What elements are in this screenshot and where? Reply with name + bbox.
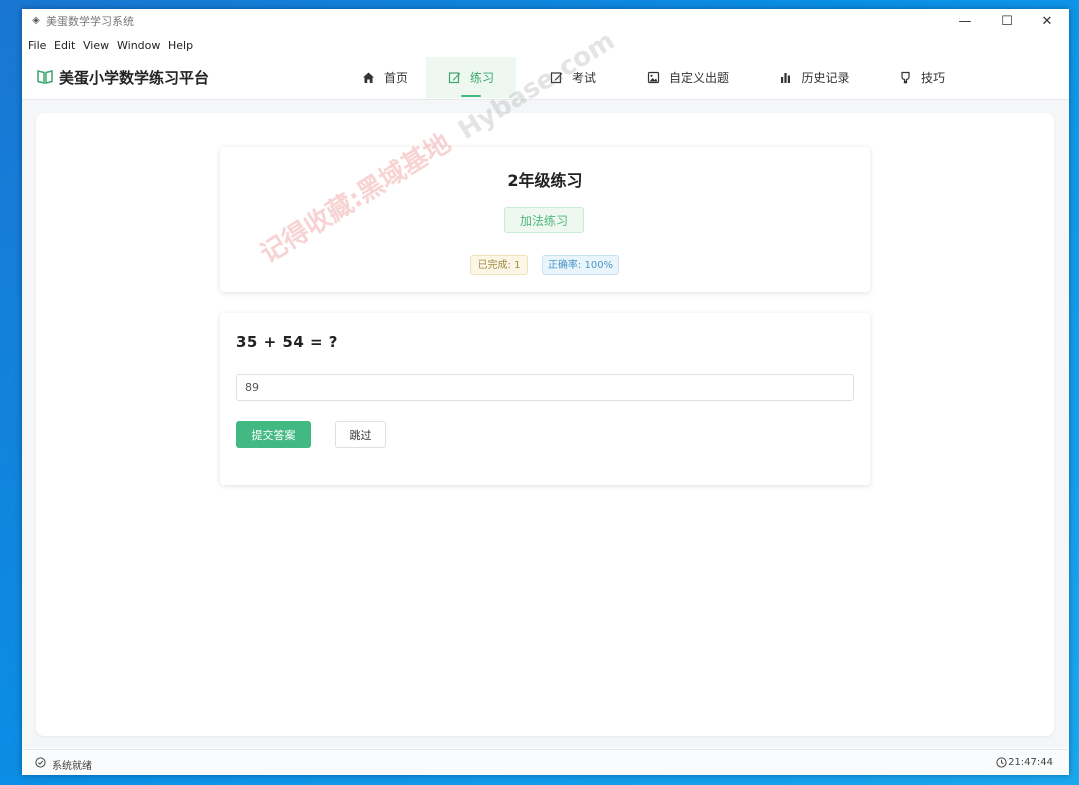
practice-info-card: 2年级练习 加法练习 已完成: 1 正确率: 100% bbox=[220, 147, 870, 292]
status-text: 系统就绪 bbox=[52, 761, 92, 772]
menu-window[interactable]: Window bbox=[117, 39, 160, 52]
window-title: 美蛋数学学习系统 bbox=[46, 15, 134, 28]
completed-count-tag: 已完成: 1 bbox=[470, 255, 528, 275]
app-header: 美蛋小学数学练习平台 首页 练习 考试 自定义出题 历史记录 技巧 bbox=[22, 57, 1069, 100]
menu-edit[interactable]: Edit bbox=[54, 39, 75, 52]
menu-help[interactable]: Help bbox=[168, 39, 193, 52]
exam-icon bbox=[550, 72, 563, 84]
skip-button[interactable]: 跳过 bbox=[335, 421, 386, 448]
tab-tips-label: 技巧 bbox=[920, 71, 945, 85]
app-logo-icon: ◈ bbox=[32, 15, 40, 26]
minimize-button[interactable]: — bbox=[945, 9, 985, 35]
brand-title: 美蛋小学数学练习平台 bbox=[59, 69, 210, 87]
close-button[interactable]: ✕ bbox=[1027, 9, 1067, 35]
status-bar: 系统就绪 21:47:44 bbox=[22, 749, 1069, 775]
tab-exam[interactable]: 考试 bbox=[528, 57, 618, 98]
clock-icon bbox=[996, 757, 1007, 768]
question-card: 35 + 54 = ? 提交答案 跳过 bbox=[220, 313, 870, 485]
tab-exam-label: 考试 bbox=[571, 71, 596, 85]
tab-custom-questions[interactable]: 自定义出题 bbox=[628, 57, 748, 98]
book-icon bbox=[37, 70, 53, 84]
tab-tips[interactable]: 技巧 bbox=[882, 57, 962, 98]
menu-bar: File Edit View Window Help bbox=[22, 37, 1069, 55]
tab-history[interactable]: 历史记录 bbox=[762, 57, 867, 98]
image-icon bbox=[647, 71, 660, 84]
app-window: ◈ 美蛋数学学习系统 — ☐ ✕ File Edit View Window H… bbox=[22, 9, 1069, 775]
title-bar: ◈ 美蛋数学学习系统 — ☐ ✕ bbox=[22, 9, 1069, 35]
submit-answer-button[interactable]: 提交答案 bbox=[236, 421, 311, 448]
maximize-button[interactable]: ☐ bbox=[987, 9, 1027, 35]
answer-input[interactable] bbox=[236, 374, 854, 401]
main-panel: 2年级练习 加法练习 已完成: 1 正确率: 100% 35 + 54 = ? … bbox=[36, 113, 1054, 736]
tab-home[interactable]: 首页 bbox=[340, 57, 430, 98]
practice-type-badge: 加法练习 bbox=[504, 207, 584, 233]
accuracy-tag: 正确率: 100% bbox=[542, 255, 619, 275]
check-circle-icon bbox=[35, 757, 46, 768]
tab-custom-label: 自定义出题 bbox=[668, 71, 729, 85]
tab-home-label: 首页 bbox=[383, 71, 408, 85]
menu-view[interactable]: View bbox=[83, 39, 109, 52]
tab-practice-label: 练习 bbox=[469, 71, 494, 85]
menu-file[interactable]: File bbox=[28, 39, 46, 52]
tab-practice[interactable]: 练习 bbox=[426, 57, 516, 98]
bulb-icon bbox=[901, 71, 910, 84]
status-clock: 21:47:44 bbox=[1008, 757, 1053, 768]
tab-history-label: 历史记录 bbox=[801, 71, 850, 85]
bar-chart-icon bbox=[781, 73, 791, 83]
home-icon bbox=[362, 72, 374, 83]
edit-icon bbox=[448, 72, 461, 84]
question-text: 35 + 54 = ? bbox=[236, 333, 338, 351]
practice-title: 2年级练习 bbox=[507, 171, 583, 190]
